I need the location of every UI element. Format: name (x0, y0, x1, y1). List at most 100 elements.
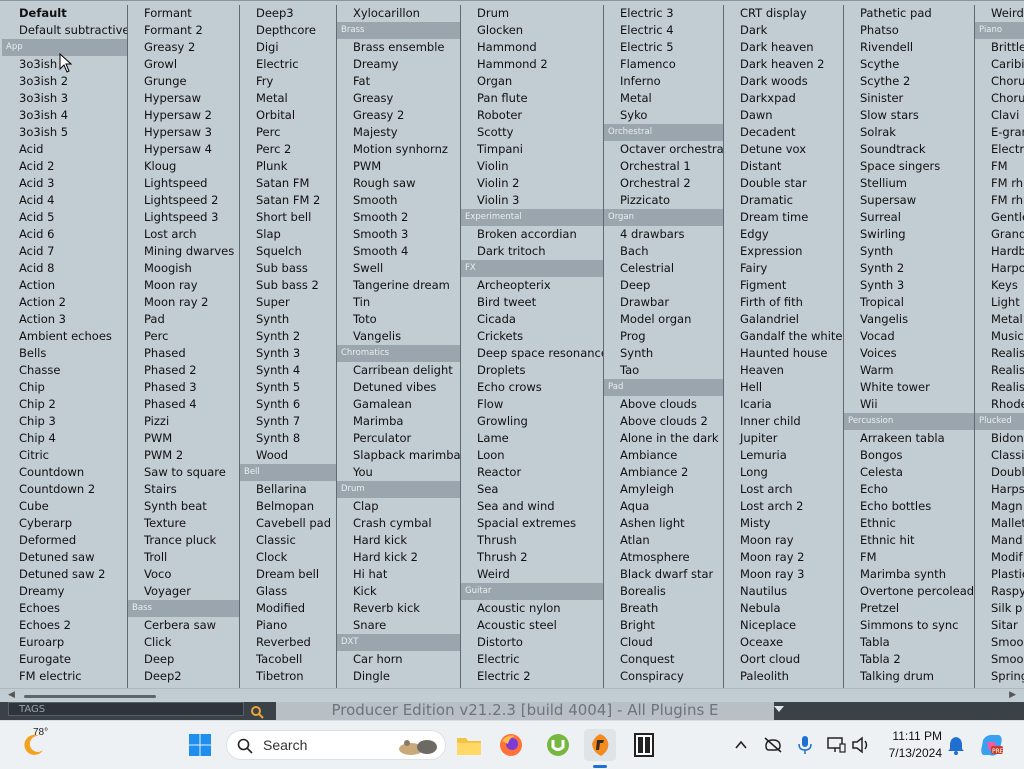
copilot-icon[interactable]: PRE (976, 729, 1008, 761)
preset-menu-item[interactable]: Spacial extremes (461, 515, 603, 532)
preset-menu-item[interactable]: Violin 2 (461, 175, 603, 192)
preset-menu-item[interactable]: Perc (240, 124, 336, 141)
preset-menu-item[interactable]: Scythe (844, 56, 974, 73)
preset-menu-item[interactable]: Smooth 2 (337, 209, 460, 226)
preset-menu-item[interactable]: Phatso (844, 22, 974, 39)
preset-menu-item[interactable]: Brittle (975, 39, 1024, 56)
network-icon[interactable] (757, 729, 789, 761)
preset-menu-item[interactable]: Clavi (975, 107, 1024, 124)
scroll-right-icon[interactable]: ▶ (1009, 690, 1016, 700)
preset-menu-item[interactable]: Mallet (975, 515, 1024, 532)
preset-menu-item[interactable]: 3o3ish 4 (2, 107, 127, 124)
preset-menu-item[interactable]: Tao (604, 362, 723, 379)
preset-menu-item[interactable]: Long (724, 464, 843, 481)
preset-menu-item[interactable]: Lightspeed 3 (128, 209, 239, 226)
preset-menu-item[interactable]: Voyager (128, 583, 239, 600)
preset-menu-item[interactable]: Perc (128, 328, 239, 345)
preset-menu-item[interactable]: Metal (604, 90, 723, 107)
preset-menu-item[interactable]: Moon ray (128, 277, 239, 294)
preset-menu-item[interactable]: Depthcore (240, 22, 336, 39)
preset-menu-item[interactable]: Ambiance 2 (604, 464, 723, 481)
preset-menu-item[interactable]: 3o3ish 2 (2, 73, 127, 90)
firefox-icon[interactable] (495, 729, 527, 761)
clock-time[interactable]: 11:11 PM (884, 729, 942, 743)
preset-menu-item[interactable]: Simmons to sync (844, 617, 974, 634)
preset-menu-item[interactable]: Acid 8 (2, 260, 127, 277)
preset-menu-item[interactable]: Echo bottles (844, 498, 974, 515)
preset-menu-item[interactable]: Formant 2 (128, 22, 239, 39)
preset-menu-item[interactable]: Default (2, 5, 127, 22)
volume-icon[interactable] (845, 729, 877, 761)
preset-menu-item[interactable]: Dream bell (240, 566, 336, 583)
preset-menu-item[interactable]: Loon (461, 447, 603, 464)
preset-menu-item[interactable]: FM rh (975, 175, 1024, 192)
preset-menu-item[interactable]: Inner child (724, 413, 843, 430)
preset-menu-item[interactable]: Satan FM 2 (240, 192, 336, 209)
preset-menu-item[interactable]: Flamenco (604, 56, 723, 73)
preset-menu-item[interactable]: Marimba (337, 413, 460, 430)
preset-menu-item[interactable]: White tower (844, 379, 974, 396)
preset-menu-item[interactable]: Pretzel (844, 600, 974, 617)
preset-menu-item[interactable]: Synth 3 (240, 345, 336, 362)
preset-menu-item[interactable]: Smooth 4 (337, 243, 460, 260)
preset-menu-item[interactable]: Cicada (461, 311, 603, 328)
preset-menu-item[interactable]: Sub bass (240, 260, 336, 277)
preset-menu-item[interactable]: Thrush (461, 532, 603, 549)
preset-menu-item[interactable]: Moon ray (724, 532, 843, 549)
preset-menu-item[interactable]: Deep3 (240, 5, 336, 22)
preset-menu-item[interactable]: FM electric (2, 668, 127, 685)
preset-menu-item[interactable]: Short bell (240, 209, 336, 226)
preset-menu-item[interactable]: Phased 3 (128, 379, 239, 396)
preset-menu-item[interactable]: Caribi (975, 56, 1024, 73)
preset-menu-item[interactable]: Dreamy (2, 583, 127, 600)
preset-menu-item[interactable]: Glass (240, 583, 336, 600)
preset-menu-item[interactable]: Syko (604, 107, 723, 124)
preset-menu-item[interactable]: Action 2 (2, 294, 127, 311)
preset-menu-item[interactable]: Spring (975, 668, 1024, 685)
preset-menu-item[interactable]: Synth 5 (240, 379, 336, 396)
preset-menu-item[interactable]: Celestrial (604, 260, 723, 277)
preset-menu-item[interactable]: Decadent (724, 124, 843, 141)
preset-menu-item[interactable]: Ambient echoes (2, 328, 127, 345)
preset-menu-item[interactable]: Synth 8 (240, 430, 336, 447)
preset-menu-item[interactable]: Ethnic hit (844, 532, 974, 549)
scrollbar-thumb[interactable] (24, 695, 156, 698)
preset-menu-item[interactable]: Pizzicato (604, 192, 723, 209)
preset-menu-item[interactable]: Electric (240, 56, 336, 73)
preset-menu-item[interactable]: Synth (604, 345, 723, 362)
preset-menu-item[interactable]: Celesta (844, 464, 974, 481)
preset-menu-item[interactable]: Talking drum (844, 668, 974, 685)
preset-menu-item[interactable]: Model organ (604, 311, 723, 328)
preset-menu-item[interactable]: Pizzi (128, 413, 239, 430)
preset-menu-item[interactable]: Synth 4 (240, 362, 336, 379)
preset-menu-item[interactable]: Pan flute (461, 90, 603, 107)
preset-menu-item[interactable]: Car horn (337, 651, 460, 668)
preset-menu-item[interactable]: 4 drawbars (604, 226, 723, 243)
preset-menu-item[interactable]: Moon ray 3 (724, 566, 843, 583)
preset-menu-item[interactable]: Euroarp (2, 634, 127, 651)
preset-menu-item[interactable]: Gandalf the white (724, 328, 843, 345)
preset-menu-item[interactable]: Organ (461, 73, 603, 90)
preset-menu-item[interactable]: Soundtrack (844, 141, 974, 158)
preset-menu-item[interactable]: Majesty (337, 124, 460, 141)
preset-menu-item[interactable]: Conquest (604, 651, 723, 668)
preset-menu-item[interactable]: Synth beat (128, 498, 239, 515)
preset-menu-item[interactable]: Edgy (724, 226, 843, 243)
preset-menu-item[interactable]: Double star (724, 175, 843, 192)
microphone-icon[interactable] (789, 729, 821, 761)
preset-menu-item[interactable]: Prog (604, 328, 723, 345)
preset-menu-item[interactable]: Synth (844, 243, 974, 260)
preset-menu-item[interactable]: Action (2, 277, 127, 294)
notification-bell-icon[interactable] (940, 729, 972, 761)
preset-menu-item[interactable]: Swell (337, 260, 460, 277)
preset-menu-item[interactable]: Chip (2, 379, 127, 396)
preset-menu-item[interactable]: Acid 7 (2, 243, 127, 260)
preset-menu-item[interactable]: Greasy (337, 90, 460, 107)
preset-menu-item[interactable]: Rough saw (337, 175, 460, 192)
preset-menu-item[interactable]: Icaria (724, 396, 843, 413)
preset-menu-item[interactable]: Classic (240, 532, 336, 549)
preset-menu-item[interactable]: Acid 4 (2, 192, 127, 209)
preset-menu-item[interactable]: Phased 4 (128, 396, 239, 413)
preset-menu-item[interactable]: Weird (975, 5, 1024, 22)
preset-menu-item[interactable]: Realis (975, 379, 1024, 396)
